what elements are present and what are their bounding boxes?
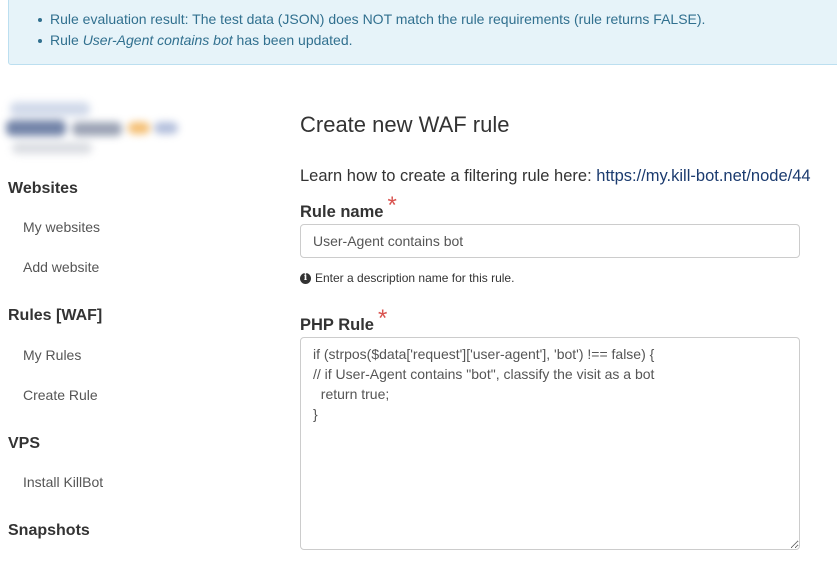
info-icon: i [300,272,311,284]
sidebar-item-my-websites[interactable]: My websites [23,219,100,235]
alert-rule-name: User-Agent contains bot [82,32,233,48]
sidebar-item-install-killbot[interactable]: Install KillBot [23,474,103,490]
sidebar-heading-vps: VPS [8,435,41,452]
learn-text: Learn how to create a filtering rule her… [300,167,811,186]
alert-prefix: Rule [50,32,83,48]
rule-name-label-text: Rule name [300,203,384,221]
sidebar-heading-websites: Websites [8,180,78,197]
rule-name-help: i Enter a description name for this rule. [300,271,514,285]
rule-name-input[interactable] [300,224,800,258]
alert-item-updated: Rule User-Agent contains bot has been up… [38,32,353,48]
alert-suffix: has been updated. [232,32,353,48]
php-rule-textarea[interactable]: if (strpos($data['request']['user-agent'… [300,337,800,550]
sidebar-item-add-website[interactable]: Add website [23,259,99,275]
page-title: Create new WAF rule [300,112,510,137]
learn-link[interactable]: https://my.kill-bot.net/node/44 [596,167,810,185]
learn-label: Learn how to create a filtering rule her… [300,167,597,185]
logo[interactable] [6,100,184,160]
required-asterisk: * [387,192,397,219]
sidebar-heading-rules: Rules [WAF] [8,307,103,324]
sidebar-item-my-rules[interactable]: My Rules [23,347,81,363]
required-asterisk: * [377,305,388,332]
php-rule-label-text: PHP Rule [300,316,374,334]
php-rule-label: PHP Rule * [300,305,387,337]
rule-name-help-text: Enter a description name for this rule. [315,271,515,285]
sidebar-item-create-rule[interactable]: Create Rule [23,387,98,403]
sidebar-heading-snapshots: Snapshots [8,522,90,539]
alert-item-evaluation: Rule evaluation result: The test data (J… [37,11,706,27]
rule-name-label: Rule name * [300,192,397,224]
info-alert: Rule evaluation result: The test data (J… [8,0,837,65]
